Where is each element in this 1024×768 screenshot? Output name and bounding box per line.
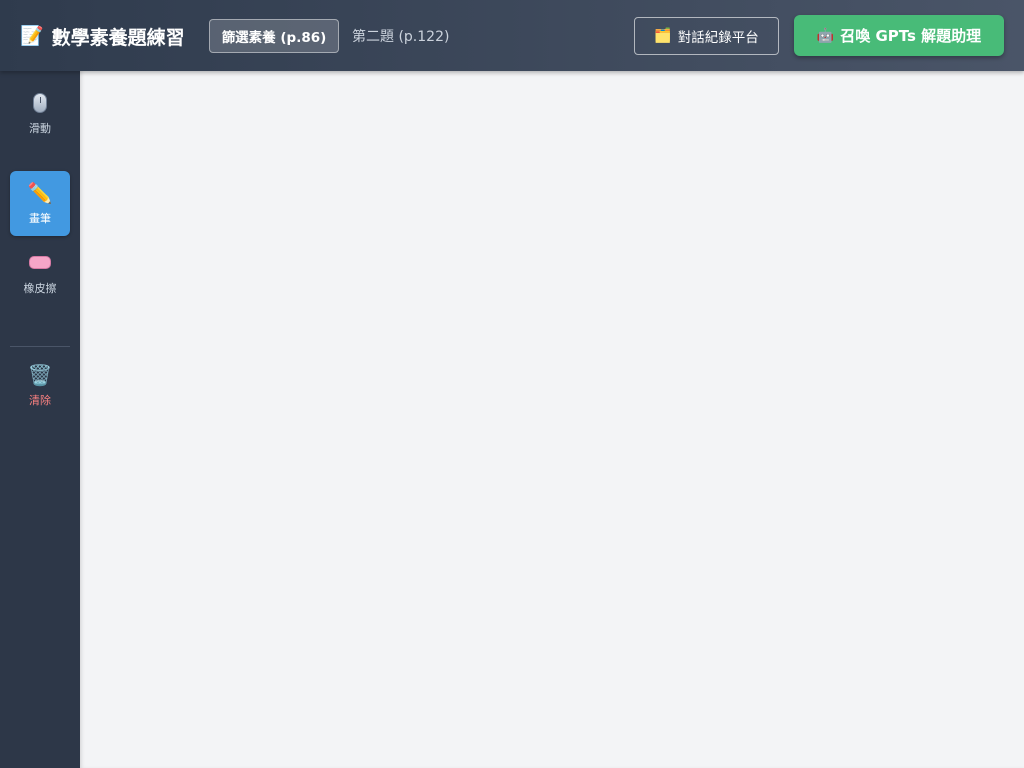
tool-eraser-label: 橡皮擦 (23, 281, 57, 295)
chat-history-label: 對話紀錄平台 (677, 30, 759, 46)
top-bar: 📝 數學素養題練習 篩選素養 (p.86) 第二題 (p.122) 🗂️ 對話紀… (0, 0, 1024, 71)
app-title: 📝 數學素養題練習 (20, 22, 185, 50)
app-title-text: 數學素養題練習 (51, 26, 185, 49)
tab-filter-literacy[interactable]: 篩選素養 (p.86) (209, 19, 339, 53)
sidebar-divider (10, 346, 70, 347)
tool-pencil[interactable]: ✏️ 畫筆 (10, 171, 70, 236)
eraser-icon (29, 251, 51, 275)
tool-scroll[interactable]: 滑動 (10, 81, 70, 145)
clear-label: 清除 (29, 393, 51, 407)
tool-sidebar: 滑動 ✏️ 畫筆 橡皮擦 🗑️ 清除 (0, 71, 80, 768)
robot-icon: 🤖 (816, 27, 835, 44)
summon-gpts-button[interactable]: 🤖 召喚 GPTs 解題助理 (794, 15, 1004, 56)
tool-pencil-label: 畫筆 (29, 212, 51, 225)
summon-gpts-label: 召喚 GPTs 解題助理 (840, 27, 982, 45)
pencil-icon: ✏️ (27, 181, 53, 205)
memo-icon: 📝 (20, 24, 44, 47)
folder-icon: 🗂️ (654, 28, 672, 44)
tab-question-two[interactable]: 第二題 (p.122) (352, 19, 449, 53)
chat-history-button[interactable]: 🗂️ 對話紀錄平台 (634, 17, 779, 55)
mouse-icon (33, 91, 47, 115)
tool-scroll-label: 滑動 (29, 121, 51, 135)
clear-button[interactable]: 🗑️ 清除 (10, 353, 70, 417)
trash-icon: 🗑️ (27, 362, 53, 387)
drawing-canvas[interactable] (80, 71, 1024, 768)
tool-eraser[interactable]: 橡皮擦 (10, 241, 70, 305)
